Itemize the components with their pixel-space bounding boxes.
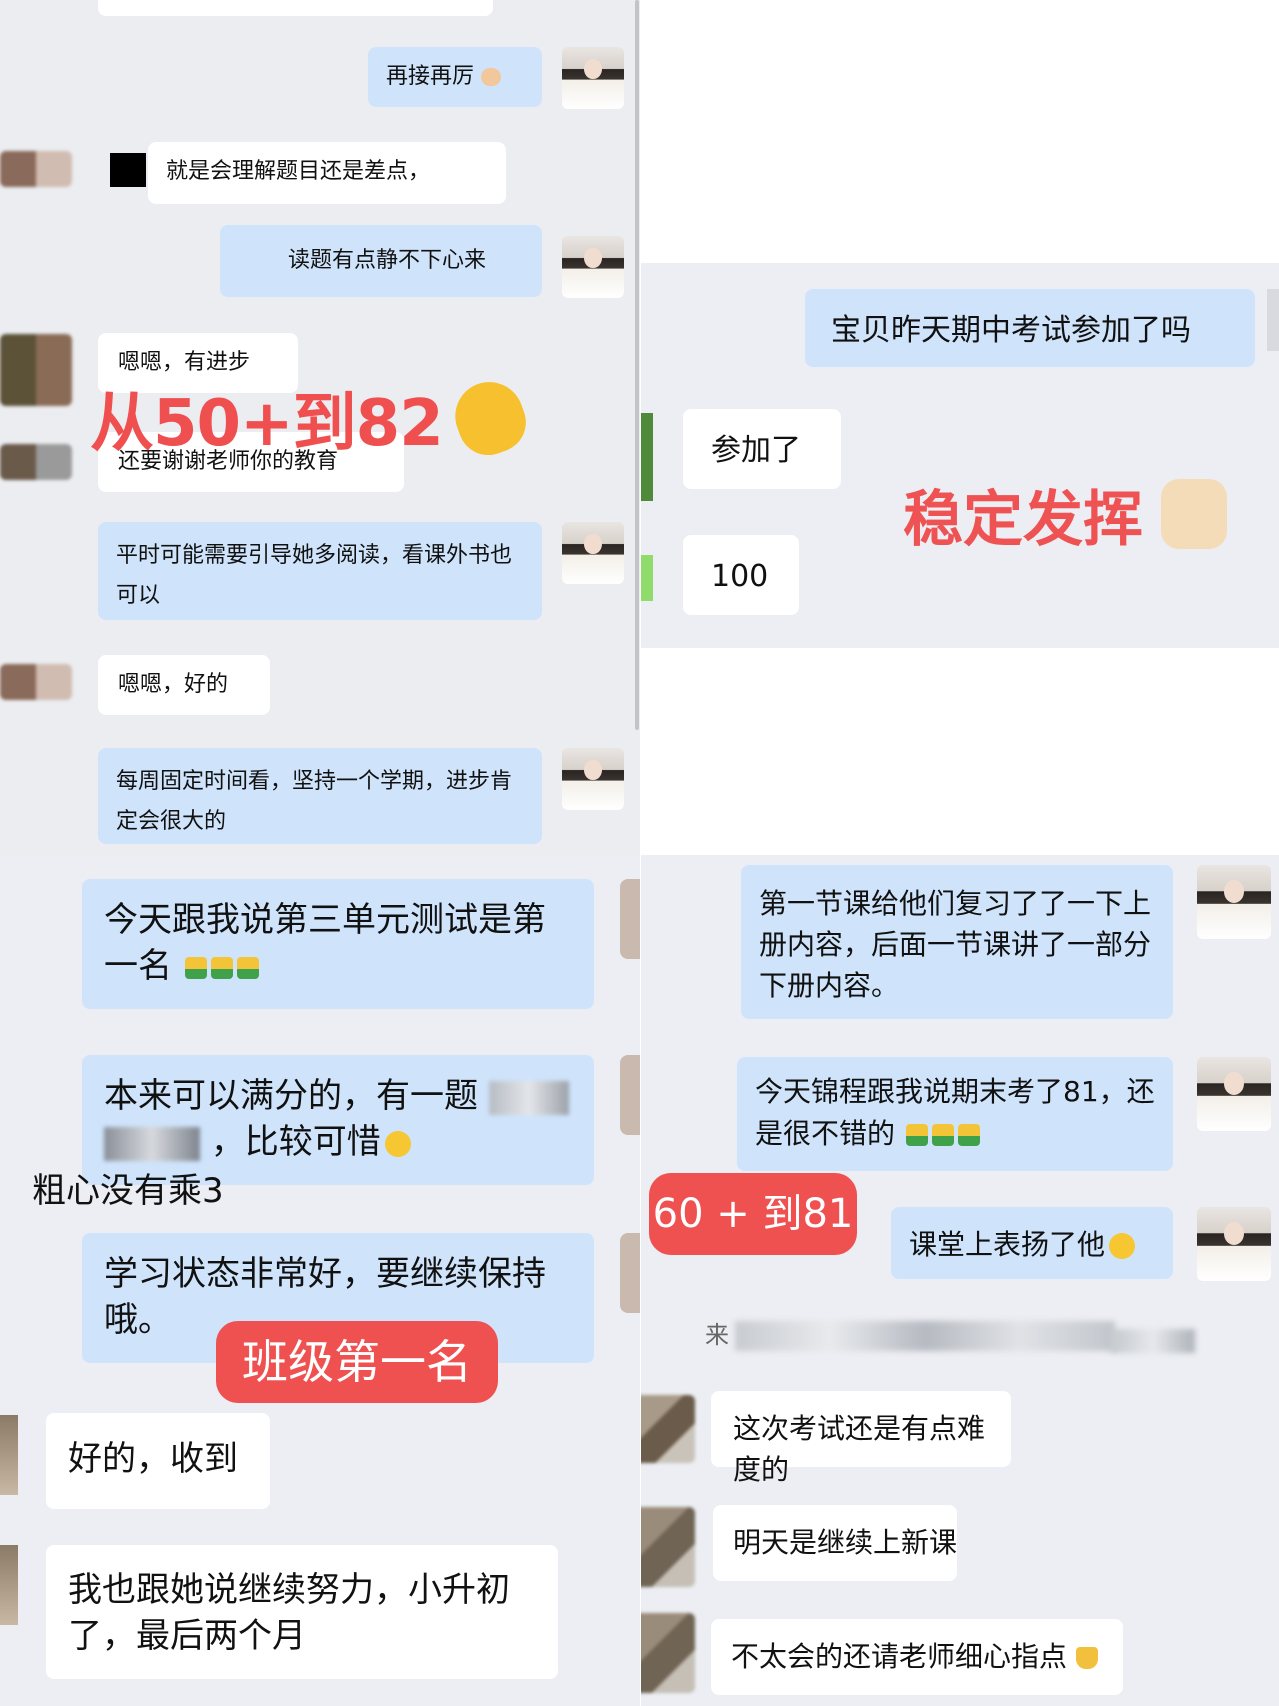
- message-text: 好的，收到: [68, 1439, 238, 1479]
- parent-avatar[interactable]: [0, 444, 72, 480]
- message-bubble: 每周固定时间看，坚持一个学期，进步肯定会很大的: [98, 748, 542, 844]
- smile-icon: [1109, 1233, 1136, 1259]
- tag-text: 60 + 到81: [652, 1191, 854, 1237]
- thumbs-up-icon: [236, 956, 259, 979]
- message-bubble: 第一节课给他们复习了了一下上册内容，后面一节课讲了一部分下册内容。: [741, 865, 1173, 1019]
- teacher-avatar[interactable]: [562, 522, 624, 584]
- annotation-text: 粗心没有乘3: [32, 1171, 224, 1211]
- thumbs-up-icon: [184, 956, 207, 979]
- overlay-text: 稳定发挥: [903, 485, 1143, 555]
- parent-avatar[interactable]: [0, 334, 72, 406]
- message-bubble: [98, 0, 493, 16]
- thumbs-up-icon: [905, 1124, 928, 1146]
- message-bubble: 宝贝昨天期中考试参加了吗: [805, 289, 1255, 367]
- teacher-avatar[interactable]: [562, 236, 624, 298]
- smile-icon: [384, 1130, 411, 1157]
- message-bubble: 平时可能需要引导她多阅读，看课外书也可以: [98, 522, 542, 620]
- message-bubble: 课堂上表扬了他: [891, 1207, 1173, 1279]
- overlay-stable: 稳定发挥: [903, 471, 1143, 558]
- parent-avatar[interactable]: [641, 1613, 695, 1693]
- blurred-line: 来: [705, 1315, 729, 1350]
- message-text: 每周固定时间看，坚持一个学期，进步肯定会很大的: [116, 769, 513, 834]
- muscle-icon: [481, 68, 502, 86]
- message-bubble: 100: [683, 535, 799, 615]
- message-text: 本来可以满分的，有一题: [104, 1076, 478, 1116]
- redacted-block: [110, 153, 146, 187]
- avatar-edge: [620, 879, 640, 959]
- parent-avatar[interactable]: [641, 555, 653, 601]
- thumbs-up-icon: [210, 956, 233, 979]
- message-bubble: 就是会理解题目还是差点，: [148, 142, 506, 204]
- message-bubble: 读题有点静不下心来: [220, 225, 542, 297]
- message-text: 这次考试还是有点难度的: [733, 1412, 986, 1486]
- message-text: 参加了: [711, 433, 801, 468]
- redacted-blur: [488, 1080, 569, 1115]
- parent-avatar[interactable]: [641, 1395, 695, 1463]
- message-text: 第一节课给他们复习了了一下上册内容，后面一节课讲了一部分下册内容。: [759, 887, 1152, 1002]
- teacher-avatar[interactable]: [562, 47, 624, 109]
- score-overlay: 从50+到82: [90, 372, 444, 464]
- message-bubble: 参加了: [683, 409, 841, 489]
- chat-panel-c: 今天跟我说第三单元测试是第一名 本来可以满分的，有一题 ，比较可惜 粗心没有乘3…: [0, 855, 640, 1706]
- teacher-avatar[interactable]: [1197, 865, 1271, 939]
- pray-icon: [1075, 1647, 1098, 1669]
- tag-text: 班级第一名: [242, 1335, 472, 1389]
- message-bubble: 我也跟她说继续努力，小升初了，最后两个月: [46, 1545, 558, 1679]
- message-bubble: 不太会的还请老师细心指点: [711, 1619, 1123, 1695]
- scrollbar[interactable]: [635, 0, 639, 730]
- redacted-blur: [735, 1321, 1115, 1351]
- message-bubble: 这次考试还是有点难度的: [711, 1391, 1011, 1486]
- parent-avatar[interactable]: [0, 1545, 18, 1625]
- chat-panel-d: 第一节课给他们复习了了一下上册内容，后面一节课讲了一部分下册内容。 今天锦程跟我…: [641, 855, 1279, 1706]
- message-text: 我也跟她说继续努力，小升初了，最后两个月: [68, 1570, 510, 1656]
- overlay-text: 从50+到82: [90, 387, 444, 461]
- score-tag: 60 + 到81: [649, 1173, 857, 1255]
- message-text: 明天是继续上新课: [733, 1526, 958, 1559]
- message-text: 100: [711, 559, 769, 594]
- avatar-edge: [620, 1055, 640, 1135]
- rank-tag: 班级第一名: [216, 1321, 498, 1403]
- teacher-avatar[interactable]: [1197, 1207, 1271, 1281]
- thumbs-up-icon: [931, 1124, 954, 1146]
- chat-panel-b: 宝贝昨天期中考试参加了吗 参加了 100 稳定发挥: [641, 263, 1279, 648]
- message-bubble: 好的，收到: [46, 1413, 270, 1509]
- avatar-edge: [620, 1233, 640, 1313]
- annotation-note: 粗心没有乘3: [32, 1163, 224, 1212]
- message-text: 读题有点静不下心来: [288, 248, 487, 273]
- blurred-prefix: 来: [705, 1321, 729, 1349]
- message-bubble: 今天锦程跟我说期末考了81，还是很不错的: [737, 1057, 1173, 1171]
- redacted-blur: [104, 1126, 200, 1161]
- parent-avatar[interactable]: [0, 664, 72, 700]
- chat-panel-a: 再接再厉 就是会理解题目还是差点， 读题有点静不下心来 嗯嗯，有进步 还要谢谢老…: [0, 0, 640, 855]
- thumbs-up-icon: [1161, 479, 1227, 549]
- message-bubble: 再接再厉: [368, 47, 542, 107]
- message-bubble: 嗯嗯，好的: [98, 655, 270, 715]
- parent-avatar[interactable]: [0, 151, 72, 187]
- message-text: 宝贝昨天期中考试参加了吗: [831, 313, 1191, 348]
- message-text: 嗯嗯，好的: [118, 672, 229, 697]
- message-text: 平时可能需要引导她多阅读，看课外书也可以: [116, 543, 513, 608]
- message-bubble: 今天跟我说第三单元测试是第一名: [82, 879, 594, 1009]
- thumbs-up-icon: [957, 1124, 980, 1146]
- message-text: ，比较可惜: [210, 1122, 381, 1162]
- parent-avatar[interactable]: [641, 1507, 695, 1587]
- message-bubble: 明天是继续上新课: [713, 1505, 957, 1581]
- avatar-edge: [1267, 289, 1279, 351]
- message-text: 今天跟我说第三单元测试是第一名: [104, 900, 546, 986]
- teacher-avatar[interactable]: [562, 748, 624, 810]
- parent-avatar[interactable]: [641, 413, 653, 501]
- message-text: 再接再厉: [386, 64, 475, 89]
- message-text: 不太会的还请老师细心指点: [731, 1640, 1068, 1673]
- message-text: 今天锦程跟我说期末考了81，还是很不错的: [755, 1075, 1155, 1150]
- message-text: 课堂上表扬了他: [909, 1228, 1106, 1261]
- clap-icon: [445, 372, 535, 464]
- redacted-blur: [1111, 1329, 1195, 1353]
- parent-avatar[interactable]: [0, 1415, 18, 1495]
- teacher-avatar[interactable]: [1197, 1057, 1271, 1131]
- message-text: 就是会理解题目还是差点，: [166, 159, 431, 184]
